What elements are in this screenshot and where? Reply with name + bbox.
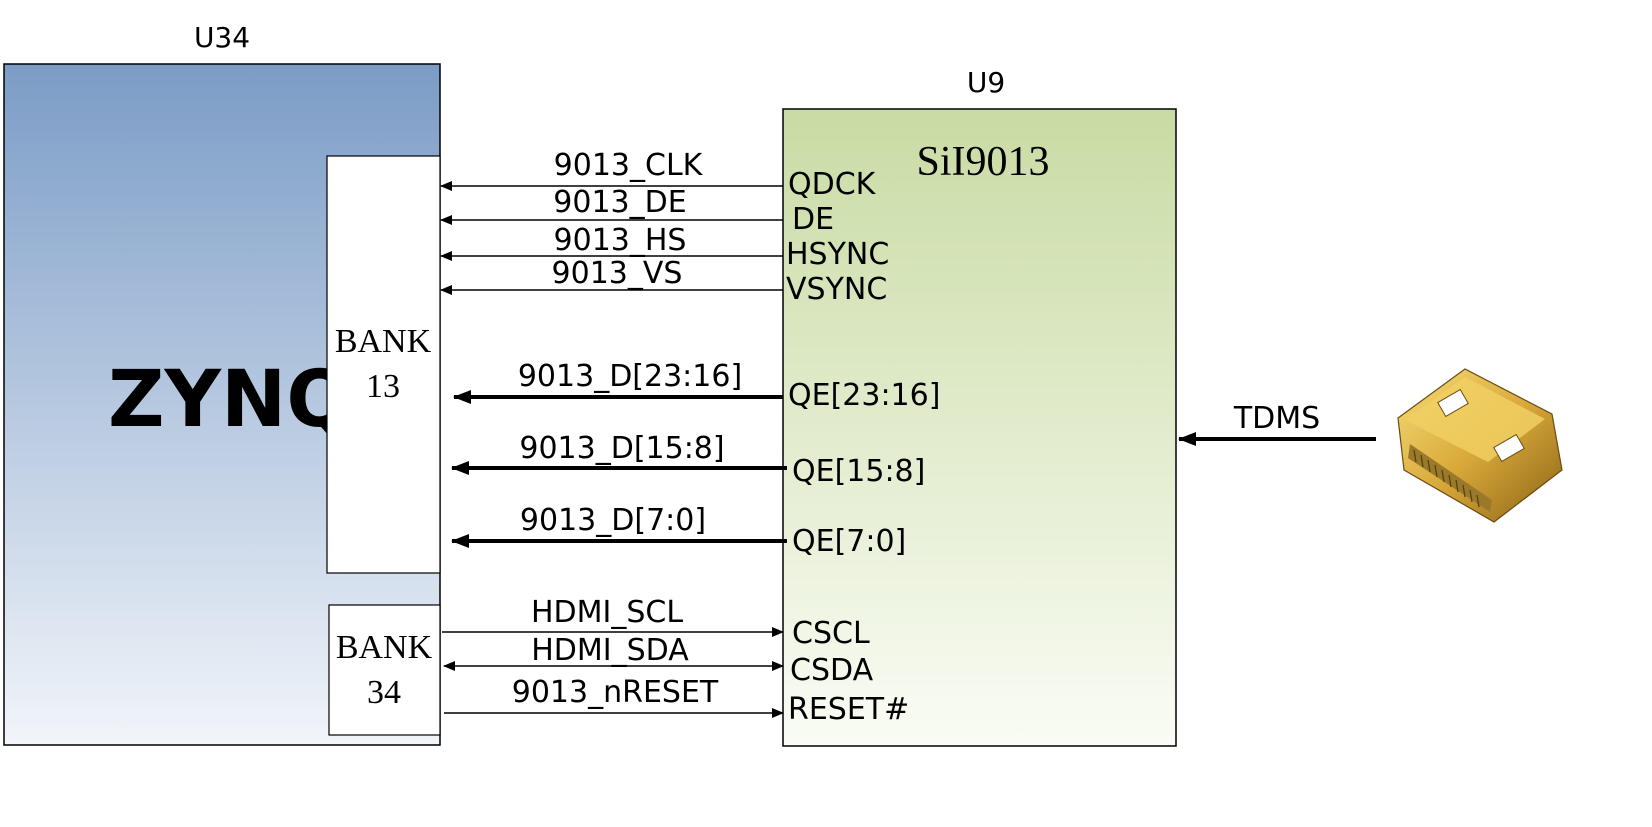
bank34-label-line2: 34 [367,674,401,711]
sii9013-label: SiI9013 [916,139,1049,185]
signal-hdmi-sda-label: HDMI_SDA [531,633,689,668]
pin-hsync: HSYNC [786,237,889,272]
signal-9013-d-15-8-label: 9013_D[15:8] [519,431,724,466]
block-diagram: U34 ZYNQ BANK 13 BANK 34 U9 SiI9013 QDCK… [3,21,1563,747]
signal-9013-nreset-label: 9013_nRESET [512,675,719,710]
bank13-label-line2: 13 [366,368,400,405]
signal-hdmi-scl-label: HDMI_SCL [531,595,683,630]
pin-qe-23-16: QE[23:16] [788,378,940,413]
zynq-label: ZYNQ [108,355,353,445]
u34-ref-label: U34 [194,21,250,54]
pin-qe-7-0: QE[7:0] [792,524,906,559]
bank34-box [328,604,441,736]
pin-csda: CSDA [790,653,874,688]
bank13-label-line1: BANK [335,323,432,360]
bank13-box [326,155,441,574]
signal-9013-d-7-0-label: 9013_D[7:0] [520,503,706,538]
pin-reset: RESET# [788,692,909,727]
pin-cscl: CSCL [792,616,870,651]
bank34-label-line1: BANK [336,629,433,666]
pin-vsync: VSYNC [786,272,887,307]
signal-9013-clk-label: 9013_CLK [554,148,704,183]
signal-9013-d-23-16-label: 9013_D[23:16] [518,359,742,394]
pin-qdck: QDCK [788,167,877,202]
signal-tdms-label: TDMS [1233,401,1320,436]
signal-9013-hs-label: 9013_HS [554,223,687,258]
pin-de: DE [792,202,834,237]
hdmi-connector-icon [1397,368,1563,523]
signal-9013-vs-label: 9013_VS [552,256,683,291]
signal-9013-de-label: 9013_DE [553,185,686,220]
pin-qe-15-8: QE[15:8] [792,454,925,489]
u9-ref-label: U9 [967,66,1005,99]
